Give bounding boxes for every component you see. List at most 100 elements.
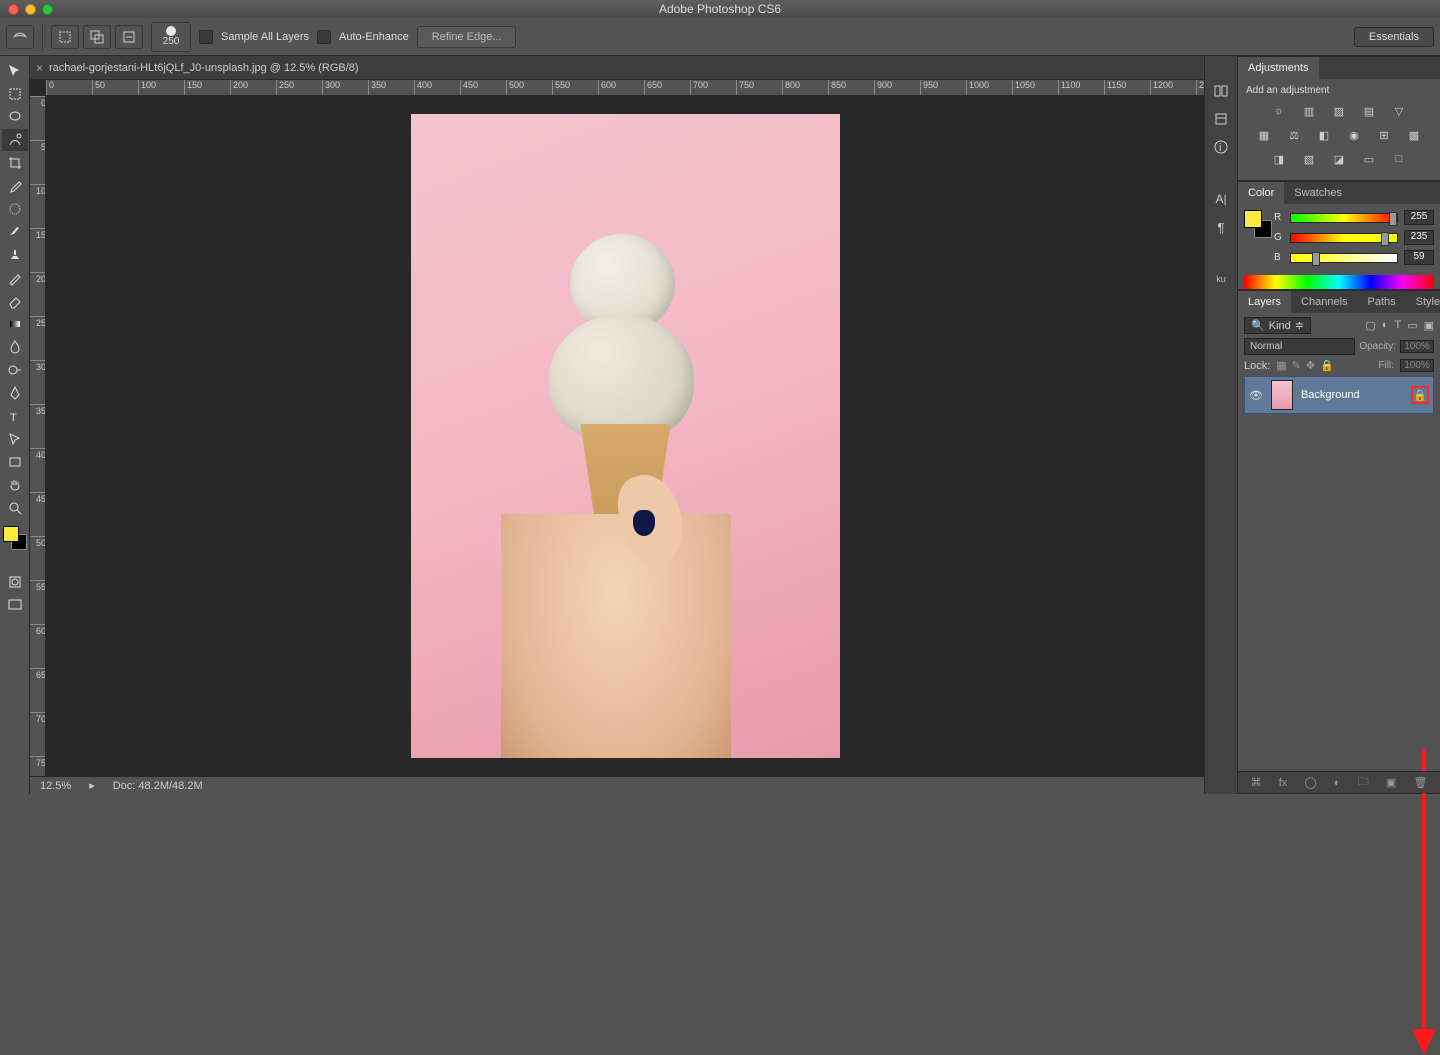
- color-chip[interactable]: [1244, 210, 1268, 234]
- info-panel-icon[interactable]: i: [1208, 136, 1234, 158]
- group-icon[interactable]: 🗀: [1358, 773, 1369, 792]
- hand-tool[interactable]: [2, 474, 28, 496]
- layer-row[interactable]: 👁 Background 🔒: [1244, 376, 1434, 414]
- delete-layer-icon[interactable]: 🗑: [1413, 776, 1427, 789]
- tab-adjustments[interactable]: Adjustments: [1238, 57, 1319, 79]
- threshold-icon[interactable]: ◪: [1329, 150, 1349, 168]
- tool-preset-picker[interactable]: [6, 25, 34, 49]
- color-swatches[interactable]: [3, 526, 27, 550]
- filter-smart-icon[interactable]: ▣: [1424, 319, 1434, 332]
- tab-styles[interactable]: Styles: [1406, 291, 1440, 313]
- opacity-value[interactable]: 100%: [1400, 340, 1434, 353]
- vibrance-icon[interactable]: ▽: [1389, 102, 1409, 120]
- spot-heal-tool[interactable]: [2, 198, 28, 220]
- selective-color-icon[interactable]: □: [1389, 150, 1409, 168]
- minimize-window[interactable]: [25, 4, 36, 15]
- channel-mixer-icon[interactable]: ⊞: [1374, 126, 1394, 144]
- new-layer-icon[interactable]: ▣: [1386, 776, 1396, 789]
- crop-tool[interactable]: [2, 152, 28, 174]
- workspace-switcher[interactable]: Essentials: [1354, 27, 1434, 47]
- exposure-icon[interactable]: ▤: [1359, 102, 1379, 120]
- selection-new-icon[interactable]: [51, 25, 79, 49]
- screen-mode-toggle[interactable]: [2, 594, 28, 616]
- filter-shape-icon[interactable]: ▭: [1407, 319, 1417, 332]
- filter-adjust-icon[interactable]: ◐: [1382, 319, 1389, 332]
- canvas-viewport[interactable]: [46, 96, 1204, 776]
- selection-subtract-icon[interactable]: [115, 25, 143, 49]
- curves-icon[interactable]: ▨: [1329, 102, 1349, 120]
- properties-panel-icon[interactable]: [1208, 108, 1234, 130]
- filter-type-icon[interactable]: T: [1394, 319, 1401, 332]
- eraser-tool[interactable]: [2, 290, 28, 312]
- tab-paths[interactable]: Paths: [1358, 291, 1406, 313]
- layer-name[interactable]: Background: [1301, 389, 1360, 401]
- color-lookup-icon[interactable]: ▩: [1404, 126, 1424, 144]
- photo-filter-icon[interactable]: ◉: [1344, 126, 1364, 144]
- fill-adjust-icon[interactable]: ◐: [1334, 777, 1341, 789]
- tab-swatches[interactable]: Swatches: [1284, 182, 1352, 204]
- marquee-tool[interactable]: [2, 83, 28, 105]
- posterize-icon[interactable]: ▧: [1299, 150, 1319, 168]
- path-selection-tool[interactable]: [2, 428, 28, 450]
- type-tool[interactable]: T: [2, 405, 28, 427]
- link-layers-icon[interactable]: ⌘: [1251, 776, 1262, 789]
- refine-edge-button[interactable]: Refine Edge...: [417, 26, 517, 48]
- b-value[interactable]: 59: [1404, 250, 1434, 265]
- fill-value[interactable]: 100%: [1400, 359, 1434, 372]
- invert-icon[interactable]: ◨: [1269, 150, 1289, 168]
- close-window[interactable]: [8, 4, 19, 15]
- tab-layers[interactable]: Layers: [1238, 291, 1291, 313]
- ruler-vertical[interactable]: 051015202530354045505560657075: [30, 96, 46, 776]
- tab-color[interactable]: Color: [1238, 182, 1284, 204]
- color-balance-icon[interactable]: ⚖: [1284, 126, 1304, 144]
- lock-all-icon[interactable]: 🔒: [1320, 359, 1334, 372]
- brush-tool[interactable]: [2, 221, 28, 243]
- history-brush-tool[interactable]: [2, 267, 28, 289]
- bw-icon[interactable]: ◧: [1314, 126, 1334, 144]
- layer-filter-kind[interactable]: 🔍Kind≑: [1244, 317, 1311, 334]
- gradient-tool[interactable]: [2, 313, 28, 335]
- zoom-level[interactable]: 12.5%: [40, 780, 71, 792]
- brightness-contrast-icon[interactable]: ☼: [1269, 102, 1289, 120]
- lock-transparent-icon[interactable]: ▦: [1276, 359, 1286, 372]
- tab-channels[interactable]: Channels: [1291, 291, 1357, 313]
- ruler-horizontal[interactable]: 0501001502002503003504004505005506006507…: [46, 80, 1204, 96]
- lock-position-icon[interactable]: ✥: [1306, 359, 1315, 372]
- paragraph-panel-icon[interactable]: ¶: [1208, 216, 1234, 238]
- layer-lock-icon[interactable]: 🔒: [1411, 386, 1429, 404]
- filter-pixel-icon[interactable]: ▢: [1365, 319, 1375, 332]
- layer-mask-icon[interactable]: ◯: [1304, 776, 1316, 789]
- quick-mask-toggle[interactable]: [2, 571, 28, 593]
- document-tab[interactable]: × rachael-gorjestani-HLt6jQLf_J0-unsplas…: [36, 61, 359, 75]
- zoom-window[interactable]: [42, 4, 53, 15]
- selection-add-icon[interactable]: [83, 25, 111, 49]
- gradient-map-icon[interactable]: ▭: [1359, 150, 1379, 168]
- color-spectrum[interactable]: [1244, 275, 1434, 289]
- g-slider[interactable]: [1290, 233, 1398, 243]
- character-panel-icon[interactable]: A|: [1208, 188, 1234, 210]
- clone-stamp-tool[interactable]: [2, 244, 28, 266]
- b-slider[interactable]: [1290, 253, 1398, 263]
- foreground-chip[interactable]: [1244, 210, 1262, 228]
- eyedropper-tool[interactable]: [2, 175, 28, 197]
- levels-icon[interactable]: ▥: [1299, 102, 1319, 120]
- g-value[interactable]: 235: [1404, 230, 1434, 245]
- blur-tool[interactable]: [2, 336, 28, 358]
- r-slider[interactable]: [1290, 213, 1398, 223]
- hue-sat-icon[interactable]: ▦: [1254, 126, 1274, 144]
- layer-effects-icon[interactable]: fx: [1279, 777, 1288, 789]
- brush-preset[interactable]: 250: [151, 22, 191, 52]
- sample-all-layers-checkbox[interactable]: [199, 30, 213, 44]
- auto-enhance-checkbox[interactable]: [317, 30, 331, 44]
- visibility-toggle-icon[interactable]: 👁: [1249, 389, 1263, 402]
- pen-tool[interactable]: [2, 382, 28, 404]
- history-panel-icon[interactable]: [1208, 80, 1234, 102]
- zoom-tool[interactable]: [2, 497, 28, 519]
- move-tool[interactable]: [2, 60, 28, 82]
- layer-thumbnail[interactable]: [1271, 380, 1293, 410]
- rectangle-tool[interactable]: [2, 451, 28, 473]
- r-value[interactable]: 255: [1404, 210, 1434, 225]
- blend-mode-select[interactable]: Normal: [1244, 338, 1355, 355]
- quick-selection-tool[interactable]: [2, 129, 28, 151]
- foreground-color[interactable]: [3, 526, 19, 542]
